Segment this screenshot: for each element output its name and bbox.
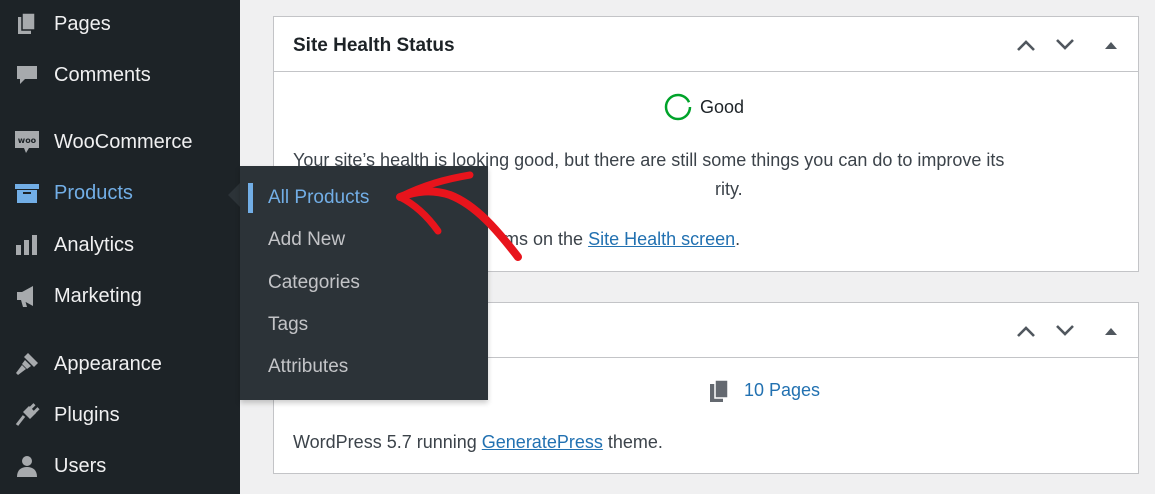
svg-text:woo: woo [18, 136, 37, 145]
sidebar-item-appearance[interactable]: Appearance [0, 342, 240, 386]
pages-icon [13, 10, 41, 38]
widget-title: Site Health Status [293, 35, 455, 56]
sidebar-item-label: Comments [54, 63, 151, 86]
admin-sidebar: Pages Comments woo WooCommerce Products … [0, 0, 240, 494]
sidebar-item-pages[interactable]: Pages [0, 2, 240, 46]
sidebar-item-label: Marketing [54, 284, 142, 307]
woocommerce-icon: woo [13, 128, 41, 156]
collapse-toggle-icon[interactable] [1097, 317, 1125, 345]
sidebar-item-comments[interactable]: Comments [0, 53, 240, 97]
sidebar-item-woocommerce[interactable]: woo WooCommerce [0, 120, 240, 164]
health-status-label: Good [700, 97, 745, 117]
collapse-toggle-icon[interactable] [1097, 31, 1125, 59]
archive-box-icon [13, 179, 41, 207]
wp-version: WordPress 5.7 running [293, 432, 477, 452]
sidebar-item-label: Products [54, 181, 133, 204]
sidebar-item-marketing[interactable]: Marketing [0, 274, 240, 318]
flyout-pointer [228, 183, 240, 207]
annotation-arrow-icon [396, 171, 522, 261]
submenu-categories[interactable]: Categories [240, 262, 488, 304]
pages-count-link[interactable]: 10 Pages [744, 380, 820, 401]
move-down-icon[interactable] [1051, 317, 1079, 345]
sidebar-item-label: Appearance [54, 352, 162, 375]
pages-icon [709, 379, 731, 408]
sidebar-item-label: Pages [54, 12, 111, 35]
sidebar-item-label: WooCommerce [54, 130, 193, 153]
theme-link[interactable]: GeneratePress [482, 432, 603, 452]
sidebar-item-analytics[interactable]: Analytics [0, 223, 240, 267]
move-up-icon[interactable] [1012, 31, 1040, 59]
widget-header: Site Health Status [274, 17, 1138, 72]
sidebar-item-label: Analytics [54, 233, 135, 256]
sidebar-item-plugins[interactable]: Plugins [0, 393, 240, 437]
theme-suffix: theme. [607, 432, 663, 452]
paintbrush-icon [13, 350, 41, 378]
megaphone-icon [13, 282, 41, 310]
sidebar-item-users[interactable]: Users [0, 444, 240, 488]
submenu-attributes[interactable]: Attributes [240, 346, 488, 388]
user-icon [13, 452, 41, 480]
move-up-icon[interactable] [1012, 317, 1040, 345]
sidebar-item-products[interactable]: Products [0, 171, 240, 215]
move-down-icon[interactable] [1051, 31, 1079, 59]
health-message-cont: rity. [715, 179, 743, 199]
status-circle-icon [663, 92, 693, 127]
site-health-screen-link[interactable]: Site Health screen [588, 229, 735, 249]
bar-chart-icon [13, 231, 41, 259]
link-suffix: . [735, 229, 741, 249]
sidebar-item-label: Plugins [54, 403, 120, 426]
submenu-tags[interactable]: Tags [240, 304, 488, 346]
comment-icon [13, 61, 41, 89]
plug-icon [13, 401, 41, 429]
sidebar-item-label: Users [54, 454, 107, 477]
wp-version-text: WordPress 5.7 running GeneratePress them… [293, 432, 663, 453]
